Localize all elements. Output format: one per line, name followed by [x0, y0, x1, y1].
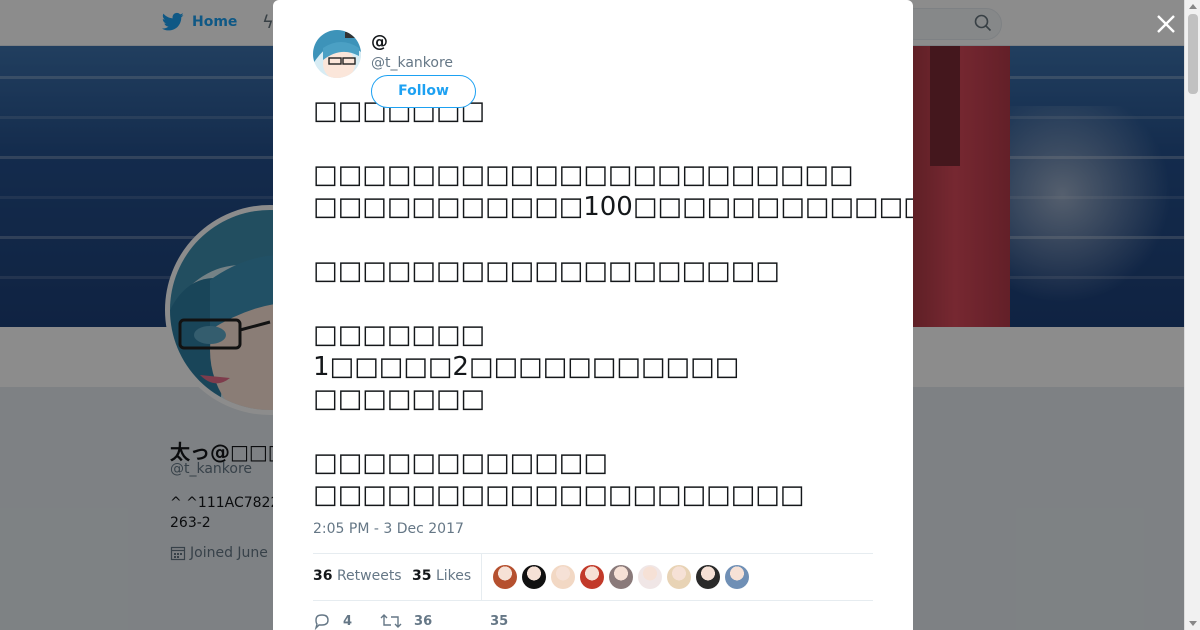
retweets-count: 36 [313, 568, 333, 584]
tweet-author-handle[interactable]: @t_kankore [371, 55, 453, 71]
liker-avatar[interactable] [493, 565, 517, 589]
liker-avatars [493, 565, 749, 589]
close-icon[interactable] [1152, 10, 1180, 38]
scroll-up-arrow-icon[interactable] [1189, 4, 1197, 9]
likes-count: 35 [412, 568, 432, 584]
vertical-scrollbar[interactable] [1184, 0, 1200, 630]
retweet-button[interactable]: 36 [380, 612, 432, 630]
tweet-text: □□□□□□□ □□□□□□□□□□□□□□□□□□□□□□ □□□□□□□□□… [313, 96, 913, 510]
liker-avatar[interactable] [580, 565, 604, 589]
liker-avatar[interactable] [696, 565, 720, 589]
retweet-icon [380, 614, 402, 628]
reply-count: 4 [343, 613, 353, 629]
tweet-stats: 36 Retweets 35 Likes [313, 553, 873, 601]
retweets-label: Retweets [336, 568, 402, 584]
tweet-author-name[interactable]: @ [371, 32, 388, 52]
likes-label: Likes [435, 568, 472, 584]
tweet-timestamp[interactable]: 2:05 PM - 3 Dec 2017 [313, 521, 464, 537]
scroll-down-arrow-icon[interactable] [1189, 621, 1197, 626]
like-button[interactable]: 35 [460, 614, 508, 629]
follow-button[interactable]: Follow [371, 75, 476, 108]
like-action-count: 35 [490, 613, 509, 629]
liker-avatar[interactable] [725, 565, 749, 589]
retweets-stat[interactable]: 36 Retweets [313, 568, 402, 584]
tweet-modal: @ @t_kankore □□□□□□□ □□□□□□□□□□□□□□□□□□□… [273, 0, 913, 630]
liker-avatar[interactable] [667, 565, 691, 589]
reply-button[interactable]: 4 [313, 612, 352, 630]
retweet-action-count: 36 [414, 613, 433, 629]
liker-avatar[interactable] [638, 565, 662, 589]
tweet-actions: 4 36 35 [313, 612, 536, 630]
tweet-author-avatar[interactable] [313, 30, 361, 78]
reply-icon [314, 614, 329, 630]
liker-avatar[interactable] [609, 565, 633, 589]
stats-divider [481, 554, 482, 600]
liker-avatar[interactable] [522, 565, 546, 589]
scrollbar-thumb[interactable] [1188, 14, 1198, 94]
liker-avatar[interactable] [551, 565, 575, 589]
likes-stat[interactable]: 35 Likes [412, 568, 471, 584]
